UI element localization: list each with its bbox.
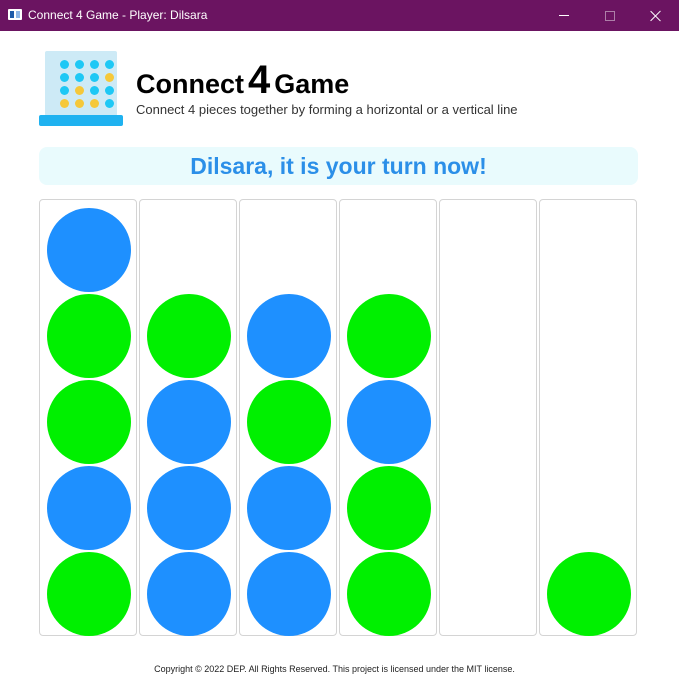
blue-piece xyxy=(47,208,131,292)
green-piece xyxy=(147,294,231,378)
logo-dot xyxy=(75,99,84,108)
green-piece xyxy=(47,294,131,378)
blue-piece xyxy=(47,466,131,550)
title-prefix: Connect xyxy=(136,69,244,99)
close-button[interactable] xyxy=(633,0,679,31)
green-piece xyxy=(547,552,631,636)
logo-dot xyxy=(105,60,114,69)
connect-four-board-icon xyxy=(39,51,123,126)
green-piece xyxy=(347,466,431,550)
board-column-5[interactable] xyxy=(439,199,537,636)
blue-piece xyxy=(147,552,231,636)
board-column-6[interactable] xyxy=(539,199,637,636)
page-subtitle: Connect 4 pieces together by forming a h… xyxy=(136,102,518,117)
close-icon xyxy=(650,10,662,22)
logo-dot xyxy=(90,60,99,69)
board-column-4[interactable] xyxy=(339,199,437,636)
title-suffix: Game xyxy=(274,69,350,99)
minimize-button[interactable] xyxy=(541,0,587,31)
green-piece xyxy=(347,552,431,636)
app-icon xyxy=(8,9,22,20)
logo-dot xyxy=(105,86,114,95)
logo-dot xyxy=(60,73,69,82)
blue-piece xyxy=(247,294,331,378)
green-piece xyxy=(47,552,131,636)
logo-dot xyxy=(60,86,69,95)
maximize-button[interactable] xyxy=(587,0,633,31)
logo-board xyxy=(45,51,117,116)
title-number: 4 xyxy=(248,58,271,102)
green-piece xyxy=(247,380,331,464)
logo-dot xyxy=(60,60,69,69)
logo-dot xyxy=(60,99,69,108)
title-bar: Connect 4 Game - Player: Dilsara xyxy=(0,0,679,31)
green-piece xyxy=(47,380,131,464)
minimize-icon xyxy=(559,15,569,16)
logo-dot xyxy=(75,60,84,69)
board-column-2[interactable] xyxy=(139,199,237,636)
board-column-3[interactable] xyxy=(239,199,337,636)
blue-piece xyxy=(147,380,231,464)
window-title: Connect 4 Game - Player: Dilsara xyxy=(28,8,208,22)
logo-dot xyxy=(75,86,84,95)
blue-piece xyxy=(347,380,431,464)
blue-piece xyxy=(247,466,331,550)
blue-piece xyxy=(247,552,331,636)
logo-dot xyxy=(90,73,99,82)
turn-status-banner: Dilsara, it is your turn now! xyxy=(39,147,638,185)
logo-dot xyxy=(105,99,114,108)
logo-dot xyxy=(90,99,99,108)
page-title: Connect 4 Game xyxy=(136,58,349,103)
maximize-icon xyxy=(605,10,615,21)
green-piece xyxy=(347,294,431,378)
logo-dot xyxy=(90,86,99,95)
copyright-footer: Copyright © 2022 DEP. All Rights Reserve… xyxy=(154,664,515,674)
logo-dot xyxy=(75,73,84,82)
board-column-1[interactable] xyxy=(39,199,137,636)
blue-piece xyxy=(147,466,231,550)
logo-dot xyxy=(105,73,114,82)
logo-base xyxy=(39,115,123,126)
